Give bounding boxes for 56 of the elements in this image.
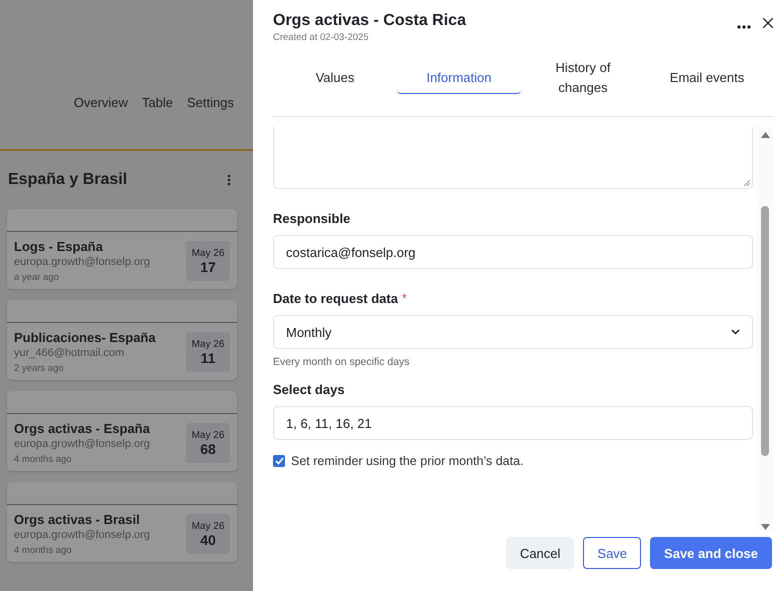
card-title: Orgs activas - España: [14, 421, 150, 436]
tab[interactable]: Information: [397, 62, 521, 94]
field-label: Date to request data: [273, 291, 398, 306]
field-hint: Every month on specific days: [273, 356, 411, 368]
scroll-down-icon[interactable]: [760, 524, 770, 530]
nav-link[interactable]: Settings: [187, 95, 234, 149]
input-field[interactable]: 1, 6, 11, 16, 21: [273, 406, 753, 440]
date-day: 11: [200, 350, 216, 366]
action-button[interactable]: Save and close: [650, 537, 772, 569]
chevron-down-icon: [731, 329, 740, 335]
action-button[interactable]: Cancel: [506, 537, 574, 569]
date-month: May 26: [192, 520, 224, 532]
nav-link[interactable]: Overview: [74, 95, 128, 149]
report-card[interactable]: Logs - España europa.growth@fonselp.org a year ago May 26 17: [7, 209, 237, 289]
card-title: Publicaciones- España: [14, 330, 156, 345]
checkbox[interactable]: [273, 455, 285, 467]
card-time: 2 years ago: [14, 363, 65, 374]
action-button[interactable]: Save: [583, 537, 642, 569]
card-title: Logs - España: [14, 239, 104, 254]
scrollbar[interactable]: [757, 127, 773, 530]
more-vertical-icon[interactable]: [227, 174, 231, 186]
card-email: yur_466@hotmail.com: [14, 347, 126, 359]
card-email: europa.growth@fonselp.org: [14, 529, 150, 541]
panel-title: Orgs activas - Costa Rica: [273, 12, 466, 30]
nav-link[interactable]: Table: [142, 95, 174, 149]
card-email: europa.growth@fonselp.org: [14, 256, 150, 268]
board-title: España y Brasil: [8, 171, 128, 189]
report-card[interactable]: Orgs activas - Brasil europa.growth@fonselp.org 4 months ago May 26 40: [7, 482, 237, 562]
required-mark: *: [402, 291, 407, 306]
tab[interactable]: History of changes: [521, 62, 645, 94]
scroll-up-icon[interactable]: [760, 132, 770, 138]
select-field[interactable]: Monthly: [273, 315, 753, 349]
date-day: 17: [200, 258, 216, 274]
card-title: Orgs activas - Brasil: [14, 512, 141, 527]
resize-grip-icon[interactable]: [743, 179, 750, 186]
report-card[interactable]: Orgs activas - España europa.growth@fonselp.org 4 months ago May 26 68: [7, 391, 237, 471]
input-field[interactable]: costarica@fonselp.org: [273, 235, 753, 269]
card-time: 4 months ago: [14, 545, 73, 556]
select-value: Monthly: [286, 324, 332, 340]
tab[interactable]: Email events: [645, 62, 769, 94]
checkbox-label: Set reminder using the prior month’s data.: [291, 454, 524, 468]
date-month: May 26: [192, 430, 224, 440]
card-time: 4 months ago: [14, 454, 73, 465]
report-card[interactable]: Publicaciones- España yur_466@hotmail.com 2 years ago May 26 11: [7, 300, 237, 380]
date-month: May 26: [192, 338, 224, 350]
date-month: May 26: [192, 248, 224, 258]
more-icon[interactable]: [737, 25, 751, 29]
created-date: Created at 02-03-2025: [273, 32, 370, 43]
date-day: 68: [200, 440, 216, 456]
card-email: europa.growth@fonselp.org: [14, 438, 150, 450]
tab[interactable]: Values: [273, 62, 397, 94]
date-day: 40: [200, 532, 216, 548]
card-time: a year ago: [14, 272, 60, 283]
field-label: Responsible: [273, 211, 350, 226]
field-label: Select days: [273, 382, 345, 397]
close-icon[interactable]: [763, 18, 773, 28]
